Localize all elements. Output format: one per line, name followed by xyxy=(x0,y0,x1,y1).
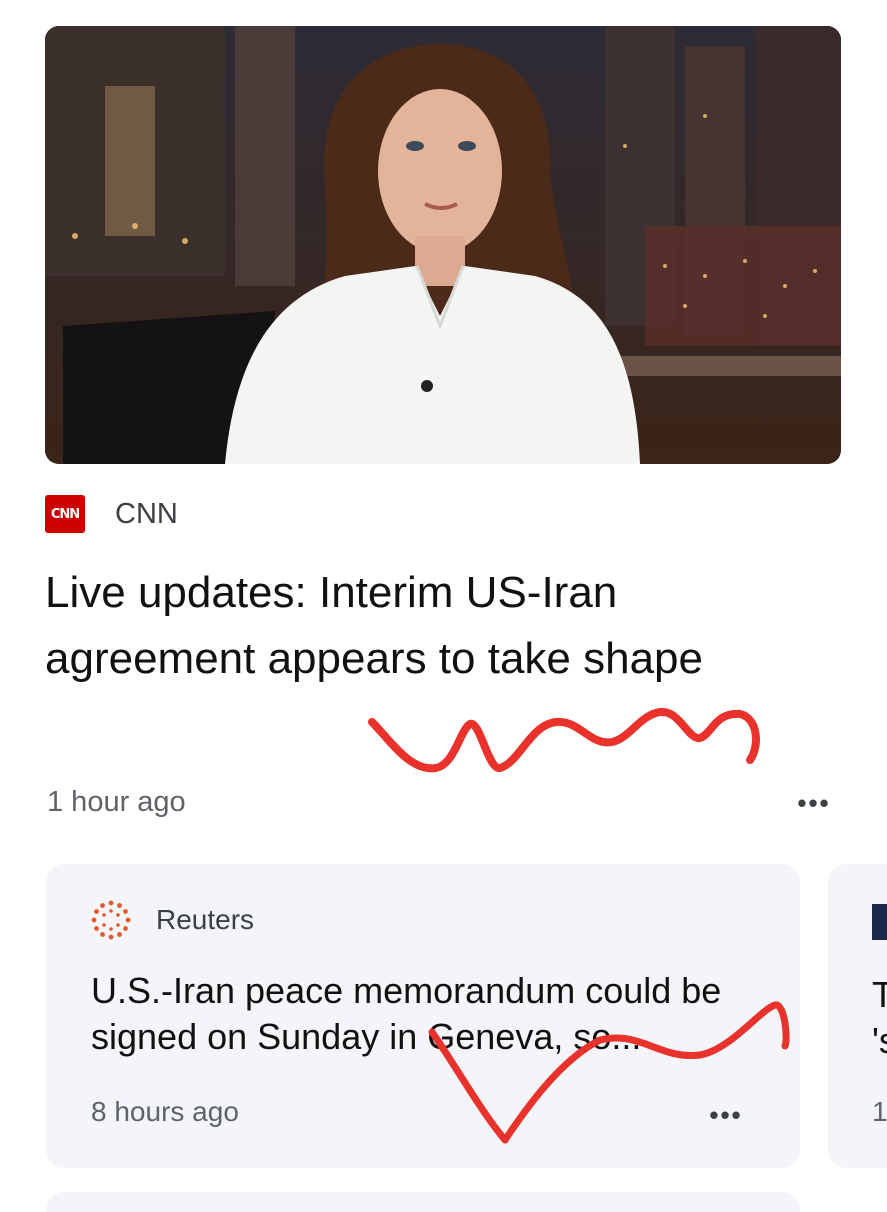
partial-title-line-1: T xyxy=(872,974,887,1015)
partial-title-line-2: 's xyxy=(872,1020,887,1061)
partial-timestamp: 1 xyxy=(872,1096,887,1127)
card-source-name: Reuters xyxy=(156,904,255,935)
partial-source-logo-icon xyxy=(872,904,887,940)
more-options-button[interactable]: ••• xyxy=(792,788,836,818)
card-timestamp: 8 hours ago xyxy=(91,1096,239,1127)
story-headline[interactable]: Live updates: Interim US-Iran agreement … xyxy=(45,560,825,692)
story-timestamp: 1 hour ago xyxy=(47,786,186,818)
reuters-dots-icon xyxy=(91,900,131,940)
card-more-options-button[interactable]: ••• xyxy=(704,1100,748,1130)
card-title[interactable]: U.S.-Iran peace memorandum could be sign… xyxy=(91,968,771,1060)
source-name: CNN xyxy=(115,497,178,530)
card-source: Reuters xyxy=(91,900,254,940)
related-story-card[interactable]: Reuters U.S.-Iran peace memorandum could… xyxy=(46,864,800,1168)
news-anchor-image xyxy=(45,26,841,464)
cnn-logo-icon: CNN xyxy=(45,495,85,533)
next-card-edge xyxy=(46,1192,800,1212)
related-story-card-partial[interactable]: T 's 1 xyxy=(828,864,887,1168)
story-source[interactable]: CNN CNN xyxy=(45,494,178,534)
scribble-under-headline xyxy=(368,708,760,773)
story-thumbnail[interactable] xyxy=(45,26,841,464)
